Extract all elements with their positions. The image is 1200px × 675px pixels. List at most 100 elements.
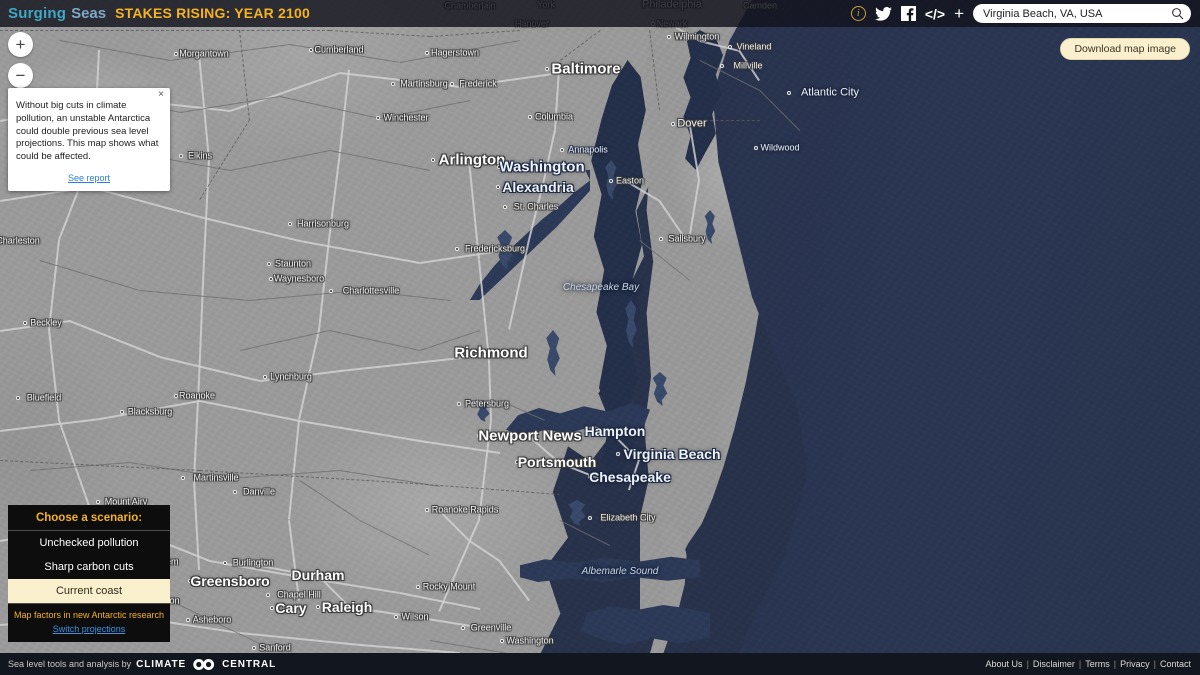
close-icon[interactable]: × [158,90,164,100]
city-marker-dot [430,158,435,162]
central-wordmark: CENTRAL [222,658,277,670]
map-city-label: Winchester [383,112,429,123]
footer-link[interactable]: Disclaimer [1033,659,1075,669]
facebook-icon[interactable] [900,6,916,21]
city-marker-dot [266,593,271,597]
map-city-label: Roanoke [178,390,216,401]
map-city-label: Staunton [274,258,312,269]
city-marker-dot [616,452,620,456]
footer-link[interactable]: About Us [986,659,1023,669]
map-city-label: Newport News [478,427,582,445]
map-city-label: Burlington [232,557,274,568]
plus-icon[interactable]: + [954,5,964,22]
map-city-label: Washington [506,635,554,646]
city-marker-dot [544,67,549,71]
city-marker-dot [262,375,267,379]
search-input[interactable] [983,7,1165,20]
download-map-image-button[interactable]: Download map image [1060,38,1190,60]
brand-logo[interactable]: Surging Seas STAKES RISING: YEAR 2100 [0,5,310,22]
city-marker-dot [119,410,124,414]
map-canvas[interactable]: ChamberlainYorkPhiladelphiaCamdenHanover… [0,0,1200,675]
antarctic-research-note: Map factors in new Antarctic research [13,609,165,620]
footer-credit-text: Sea level tools and analysis by [8,659,132,669]
city-marker-dot [186,618,191,622]
city-marker-dot [95,500,100,504]
city-marker-dot [22,321,27,325]
footer-credit-group: Sea level tools and analysis by CLIMATE … [0,658,276,671]
road-segment [559,520,610,546]
climate-central-logo-icon [191,658,217,671]
state-border [0,30,330,31]
map-city-label: Millville [733,60,763,71]
city-marker-dot [588,516,593,520]
city-marker-dot [267,262,272,266]
map-city-label: Richmond [454,344,528,362]
city-marker-dot [456,402,461,406]
map-city-label: Atlantic City [800,86,860,99]
footer-link[interactable]: Terms [1085,659,1110,669]
land-mass-outer-banks [641,520,687,675]
twitter-icon[interactable] [874,6,892,21]
zoom-out-button[interactable]: − [8,63,33,88]
zoom-in-button[interactable]: + [8,32,33,57]
map-city-label: Charleston [0,235,40,246]
map-city-label: Elizabeth City [600,512,656,523]
map-city-label: Frederick [459,78,497,89]
city-marker-dot [608,179,613,183]
scenario-option[interactable]: Unchecked pollution [8,531,170,555]
map-city-label: Columbia [534,111,574,122]
city-marker-dot [233,490,238,494]
scenario-panel-title: Choose a scenario: [8,505,170,531]
city-marker-dot [449,82,454,86]
city-marker-dot [666,35,671,39]
city-marker-dot [728,45,733,49]
city-marker-dot [416,585,421,589]
zoom-controls: + − [8,32,33,94]
map-city-label: Hagerstown [430,47,480,58]
map-city-label: Cary [275,600,307,616]
map-city-label: Raleigh [321,599,373,615]
scenario-panel-footer: Map factors in new Antarctic research Sw… [8,602,170,642]
city-marker-dot [308,48,313,52]
city-marker-dot [393,615,398,619]
see-report-link[interactable]: See report [16,173,162,183]
city-marker-dot [658,237,663,241]
scenario-panel: Choose a scenario: Unchecked pollution Sh… [8,504,170,642]
map-city-label: Alexandria [502,179,574,195]
footer-link[interactable]: Contact [1160,659,1191,669]
map-city-label: Salisbury [668,233,706,244]
map-city-label: Rocky Mount [422,581,476,592]
city-marker-dot [328,289,333,293]
map-city-label: Easton [615,175,645,186]
scenario-option[interactable]: Sharp carbon cuts [8,555,170,579]
map-city-label: Wildwood [760,142,800,153]
map-city-label: Annapolis [568,144,608,155]
city-marker-dot [425,508,430,512]
map-city-label: St. Charles [513,201,559,212]
map-city-label: Harrisonburg [296,218,350,229]
footer-link[interactable]: Privacy [1120,659,1150,669]
city-marker-dot [222,561,227,565]
map-city-label: Bluefield [26,392,62,403]
embed-code-icon[interactable]: </> [925,6,945,22]
search-icon[interactable] [1171,7,1184,20]
footer-link-separator: | [1078,659,1082,669]
info-icon[interactable]: i [850,6,866,21]
city-marker-dot [15,396,20,400]
city-marker-dot [268,277,273,281]
map-city-label: Sanford [259,642,291,653]
scenario-option[interactable]: Current coast [8,578,170,603]
city-marker-dot [178,154,183,158]
switch-projections-link[interactable]: Switch projections [53,624,126,634]
city-marker-dot [460,626,465,630]
map-water-label: Albemarle Sound [581,566,659,577]
search-box[interactable] [973,4,1191,23]
map-city-label: Petersburg [464,398,510,409]
footer-links: About Us | Disclaimer | Terms | Privacy | Contac… [986,659,1200,669]
map-city-label: Wilmington [674,31,720,42]
city-marker-dot [424,51,429,55]
map-water-label: Chesapeake Bay [562,282,640,293]
state-border [700,120,760,121]
city-marker-dot [173,52,178,56]
map-city-label: Asheboro [192,614,232,625]
